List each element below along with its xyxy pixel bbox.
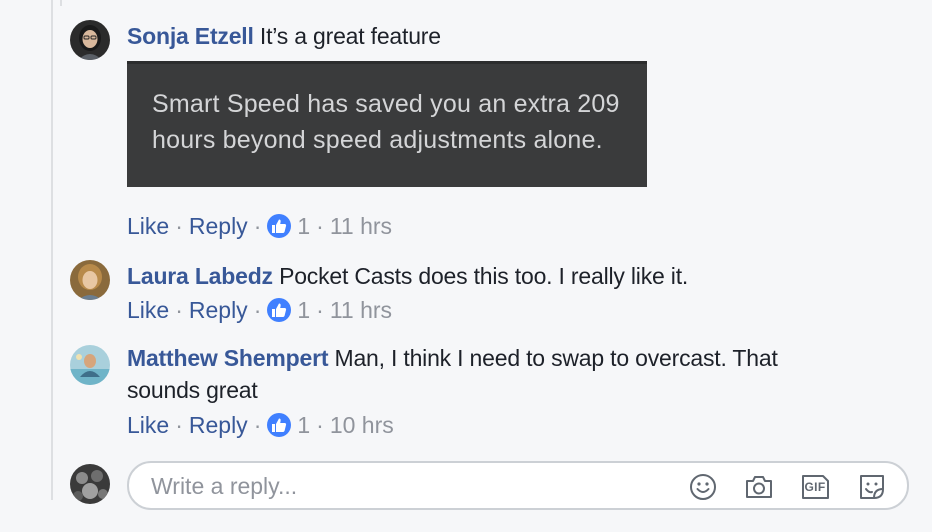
gif-icon[interactable]: GIF (799, 472, 831, 502)
like-link[interactable]: Like (127, 295, 169, 325)
separator: · (175, 297, 183, 323)
comment-text: Pocket Casts does this too. I really lik… (279, 263, 689, 289)
camera-icon[interactable] (743, 472, 775, 502)
likes-count[interactable]: 1 (297, 295, 310, 325)
thread-divider (51, 0, 53, 500)
thread-tick (60, 0, 62, 6)
reply-input[interactable] (151, 471, 671, 501)
comment-author[interactable]: Sonja Etzell (127, 23, 254, 49)
emoji-icon[interactable] (687, 472, 719, 502)
avatar[interactable] (70, 260, 110, 300)
like-link[interactable]: Like (127, 211, 169, 241)
like-badge[interactable] (267, 298, 292, 322)
avatar[interactable] (70, 20, 110, 60)
comment-text-line: sounds great (127, 374, 867, 406)
like-badge[interactable] (267, 413, 292, 437)
person-avatar-icon (70, 345, 110, 385)
like-link[interactable]: Like (127, 410, 169, 440)
comment-actions: Like · Reply · 1 · 10 hrs (127, 410, 394, 440)
separator: · (175, 213, 183, 239)
reply-link[interactable]: Reply (189, 295, 248, 325)
separator: · (175, 412, 183, 438)
comment-author[interactable]: Matthew Shempert (127, 345, 328, 371)
thumbs-up-icon (272, 303, 287, 317)
reply-composer[interactable]: GIF (127, 461, 909, 510)
separator: · (316, 297, 324, 323)
comment-text: Man, I think I need to swap to overcast.… (334, 345, 778, 371)
attachment-image[interactable]: Smart Speed has saved you an extra 209 h… (127, 61, 647, 187)
likes-count[interactable]: 1 (297, 211, 310, 241)
timestamp[interactable]: 10 hrs (330, 410, 394, 440)
attachment-text: Smart Speed has saved you an extra 209 h… (152, 90, 620, 154)
comment-text-line: Matthew Shempert Man, I think I need to … (127, 342, 867, 374)
comment-text: sounds great (127, 377, 258, 403)
separator: · (253, 412, 262, 438)
sticker-icon[interactable] (856, 472, 888, 502)
comment-actions: Like · Reply · 1 · 11 hrs (127, 295, 392, 325)
comment-thread: Sonja Etzell It’s a great feature Smart … (0, 0, 932, 532)
person-avatar-icon (70, 20, 110, 60)
person-avatar-icon (70, 464, 110, 504)
current-user-avatar[interactable] (70, 464, 110, 504)
comment-text: It’s a great feature (259, 23, 441, 49)
like-badge[interactable] (267, 214, 292, 238)
comment-actions: Like · Reply · 1 · 11 hrs (127, 211, 392, 241)
separator: · (316, 412, 324, 438)
person-avatar-icon (70, 260, 110, 300)
comment-author[interactable]: Laura Labedz (127, 263, 273, 289)
separator: · (253, 213, 262, 239)
reply-link[interactable]: Reply (189, 410, 248, 440)
timestamp[interactable]: 11 hrs (330, 295, 392, 325)
separator: · (316, 213, 324, 239)
comment-text-line: Laura Labedz Pocket Casts does this too.… (127, 260, 867, 292)
separator: · (253, 297, 262, 323)
gif-label: GIF (804, 480, 826, 494)
thumbs-up-icon (272, 418, 287, 432)
timestamp[interactable]: 11 hrs (330, 211, 392, 241)
likes-count[interactable]: 1 (297, 410, 310, 440)
comment-text-line: Sonja Etzell It’s a great feature (127, 20, 867, 52)
reply-link[interactable]: Reply (189, 211, 248, 241)
avatar[interactable] (70, 345, 110, 385)
thumbs-up-icon (272, 219, 287, 233)
